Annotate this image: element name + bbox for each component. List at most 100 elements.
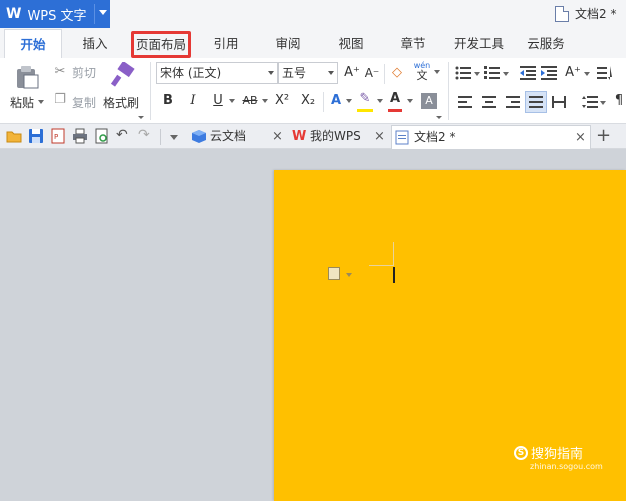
doctab-my-wps[interactable]: W 我的WPS ×: [290, 125, 388, 149]
clear-format-icon[interactable]: ◇: [388, 63, 406, 83]
align-center-icon[interactable]: [482, 96, 496, 108]
print-icon[interactable]: [72, 128, 88, 144]
font-name-select[interactable]: 宋体 (正文): [156, 62, 278, 84]
bullet-list-icon[interactable]: [455, 66, 471, 80]
tab-insert[interactable]: 插入: [70, 29, 120, 58]
doctab-document2[interactable]: 文档2 * ×: [391, 125, 591, 149]
close-icon[interactable]: ×: [575, 126, 586, 149]
format-painter-icon[interactable]: [110, 62, 136, 88]
pinyin-char-icon: 文: [416, 69, 428, 82]
close-icon[interactable]: ×: [272, 125, 283, 148]
close-icon[interactable]: ×: [374, 125, 385, 148]
divider: [448, 62, 449, 120]
new-tab-button[interactable]: +: [596, 124, 611, 148]
chevron-down-icon[interactable]: [584, 72, 590, 76]
character-shading-icon[interactable]: A: [421, 93, 437, 109]
text-effect-button[interactable]: A: [328, 91, 344, 111]
format-painter-button[interactable]: 格式刷: [103, 94, 139, 111]
chevron-down-icon[interactable]: [474, 72, 480, 76]
copy-button[interactable]: 复制: [72, 94, 96, 111]
redo-icon[interactable]: ↷: [138, 127, 150, 143]
wps-logo-icon: W: [6, 6, 22, 22]
chevron-down-icon[interactable]: [262, 99, 268, 103]
superscript-button[interactable]: X²: [272, 91, 292, 111]
paste-button[interactable]: 粘贴: [10, 94, 34, 111]
title-bar: W WPS 文字 文档2 *: [0, 0, 626, 29]
paste-options-icon[interactable]: [328, 267, 340, 280]
tab-references[interactable]: 引用: [203, 29, 249, 58]
open-folder-icon[interactable]: [6, 128, 22, 144]
window-title-text: 文档2 *: [575, 7, 617, 21]
distributed-align-icon[interactable]: [552, 96, 566, 108]
tab-review[interactable]: 审阅: [265, 29, 311, 58]
chevron-down-icon[interactable]: [346, 99, 352, 103]
cut-button[interactable]: 剪切: [72, 64, 96, 81]
divider: [160, 129, 161, 145]
increase-indent-icon[interactable]: [541, 66, 557, 80]
font-color-swatch: [388, 109, 402, 112]
numbered-list-icon[interactable]: [484, 66, 500, 80]
font-name-value: 宋体 (正文): [160, 66, 222, 80]
font-color-button[interactable]: A: [387, 89, 403, 109]
save-icon[interactable]: [28, 128, 44, 144]
chevron-down-icon[interactable]: [407, 99, 413, 103]
copy-icon[interactable]: ❐: [52, 90, 68, 110]
window-doc-title: 文档2 *: [555, 5, 616, 22]
divider: [94, 4, 95, 24]
justify-button[interactable]: [525, 91, 547, 113]
change-case-icon[interactable]: A⁺: [563, 63, 583, 83]
subscript-button[interactable]: X₂: [298, 91, 318, 111]
font-size-value: 五号: [282, 66, 307, 80]
export-pdf-icon[interactable]: P: [50, 128, 66, 144]
chevron-down-icon: [268, 71, 274, 75]
font-size-select[interactable]: 五号: [278, 62, 338, 84]
doctab-cloud-docs[interactable]: 云文档 ×: [190, 125, 285, 149]
scissors-icon[interactable]: ✂: [52, 62, 68, 82]
underline-button[interactable]: U: [210, 91, 226, 111]
sort-icon[interactable]: [597, 66, 613, 80]
document-tab-strip: P ↶ ↷ 云文档 × W 我的WPS × 文档2 * × +: [0, 124, 626, 149]
customize-toolbar-icon[interactable]: [170, 135, 178, 140]
chevron-down-icon[interactable]: [600, 101, 606, 105]
paragraph-mark-icon[interactable]: ¶: [612, 91, 626, 111]
tab-cloud-service[interactable]: 云服务: [520, 29, 572, 58]
grow-font-icon[interactable]: A⁺: [343, 63, 361, 83]
italic-button[interactable]: I: [185, 91, 201, 111]
tab-page-layout[interactable]: 页面布局: [131, 31, 191, 58]
tab-chapter[interactable]: 章节: [390, 29, 436, 58]
bold-button[interactable]: B: [160, 91, 176, 111]
tab-view[interactable]: 视图: [328, 29, 374, 58]
text-cursor: [393, 267, 395, 283]
shrink-font-icon[interactable]: A⁻: [363, 63, 381, 83]
cube-icon: [192, 130, 206, 143]
watermark-main-text: 搜狗指南: [531, 447, 584, 462]
app-title: WPS 文字: [27, 8, 87, 24]
chevron-down-icon[interactable]: [377, 99, 383, 103]
chevron-down-icon: [328, 71, 334, 75]
divider: [384, 64, 385, 84]
paste-icon[interactable]: [14, 64, 40, 90]
margin-corner-marker: [369, 242, 394, 266]
align-right-icon[interactable]: [506, 96, 520, 108]
tab-developer[interactable]: 开发工具: [448, 29, 510, 58]
chevron-down-icon[interactable]: [38, 100, 44, 104]
justify-icon: [529, 96, 543, 108]
line-spacing-icon[interactable]: [582, 96, 598, 108]
chevron-down-icon[interactable]: [229, 99, 235, 103]
chevron-down-icon[interactable]: [434, 70, 440, 74]
undo-icon[interactable]: ↶: [116, 127, 128, 143]
print-preview-icon[interactable]: [94, 128, 110, 144]
align-left-icon[interactable]: [458, 96, 472, 108]
document-icon: [395, 130, 409, 145]
decrease-indent-icon[interactable]: [520, 66, 536, 80]
chevron-down-icon[interactable]: [346, 273, 352, 277]
tab-home[interactable]: 开始: [4, 29, 62, 58]
chevron-down-icon[interactable]: [99, 10, 107, 15]
highlight-pen-icon[interactable]: ✎: [356, 89, 374, 109]
font-dialog-launcher-icon[interactable]: [436, 116, 442, 119]
app-menu-button[interactable]: W WPS 文字: [0, 0, 110, 28]
chevron-down-icon[interactable]: [503, 72, 509, 76]
clipboard-dialog-launcher-icon[interactable]: [138, 116, 144, 119]
ribbon-toolbar: 粘贴 ✂ 剪切 ❐ 复制 格式刷 宋体 (正文) 五号 A⁺ A⁻ ◇ wén …: [0, 58, 626, 124]
strikethrough-button[interactable]: AB: [239, 91, 261, 111]
